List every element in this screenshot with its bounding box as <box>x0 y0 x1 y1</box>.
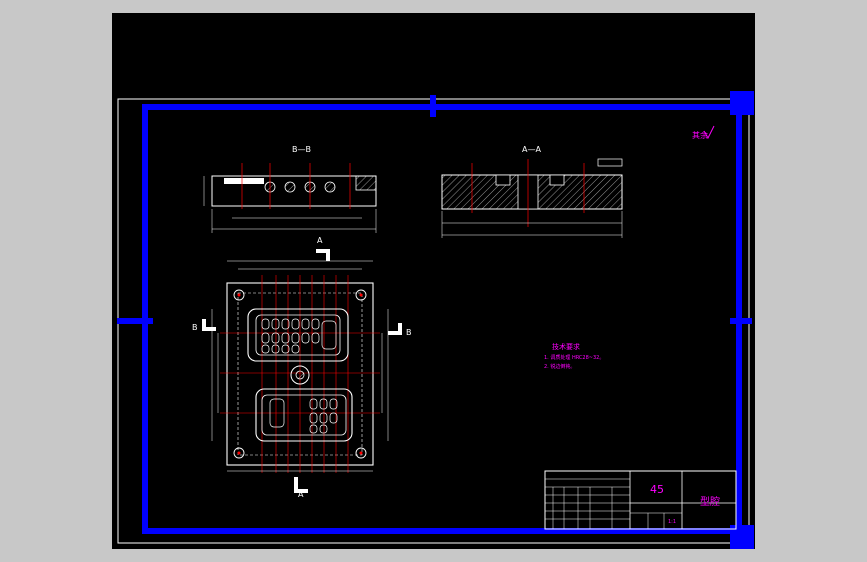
tech-requirement-line-2: 2. 锐边倒钝。 <box>544 363 575 370</box>
tech-requirements-title: 技术要求 <box>552 342 580 351</box>
tech-requirements: 技术要求 1. 调质处理 HRC28~32。 2. 锐边倒钝。 <box>544 342 604 370</box>
cad-viewport[interactable]: 其余 B—B A—A A A B B 技术要求 1. 调质处理 HRC28~32… <box>112 13 755 549</box>
plan-view: A A B B <box>192 236 412 499</box>
surface-note: 其余 <box>692 130 708 140</box>
cut-b-right-label: B <box>406 328 412 337</box>
drawing-border <box>142 104 742 534</box>
outer-frame <box>117 98 750 544</box>
section-b-label: B—B <box>292 145 311 154</box>
section-a-view: A—A <box>441 145 623 238</box>
section-b-view: B—B <box>203 145 377 233</box>
tech-requirement-line-1: 1. 调质处理 HRC28~32。 <box>544 354 604 361</box>
cut-b-left-label: B <box>192 323 198 332</box>
center-mark-left <box>117 318 153 324</box>
drawing-canvas: 其余 B—B A—A A A B B 技术要求 1. 调质处理 HRC28~32… <box>117 91 754 549</box>
section-a-label: A—A <box>522 145 541 154</box>
center-mark-right <box>730 318 752 324</box>
scale-label: 1:1 <box>668 519 676 525</box>
center-mark-top <box>430 95 436 117</box>
part-name-label: 型腔 <box>700 495 720 508</box>
title-block: 45 型腔 1:1 <box>544 470 737 530</box>
border-corner-top <box>730 91 754 115</box>
cut-a-top-label: A <box>317 236 323 245</box>
material-label: 45 <box>650 483 664 496</box>
